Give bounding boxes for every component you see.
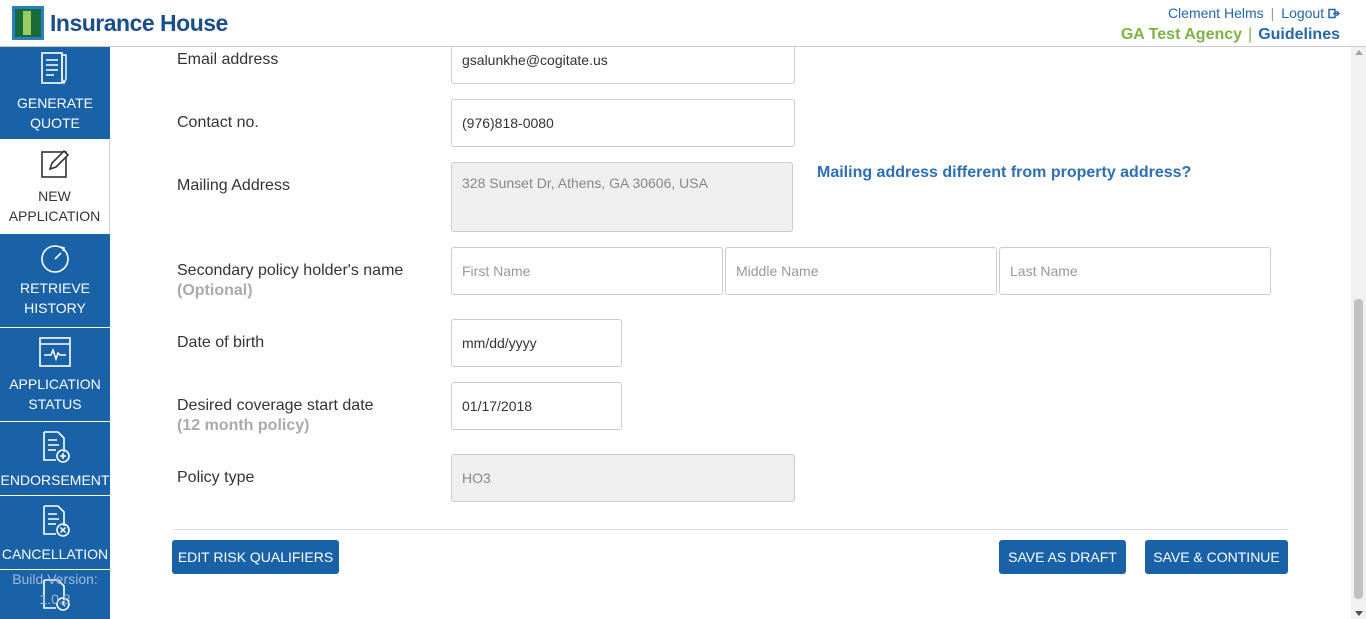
sidebar-item-label: CANCELLATION (1, 546, 109, 562)
agency-name: GA Test Agency (1120, 26, 1243, 43)
sidebar-item-label: STATUS (28, 396, 82, 412)
policy-type-label: Policy type (177, 469, 255, 486)
sidebar-item-label: RETRIEVE (19, 280, 90, 296)
sidebar-item-retrieve-history[interactable]: RETRIEVE HISTORY (0, 234, 110, 328)
mailing-address-different-link[interactable]: Mailing address different from property … (817, 164, 1191, 182)
sidebar: GENERATE QUOTE NEW APPLICATION RETRIEVE … (0, 47, 110, 619)
first-name-field[interactable]: First Name (451, 247, 723, 295)
sidebar-item-label: NEW (38, 188, 71, 204)
sidebar-item-endorsement[interactable]: ENDORSEMENT (0, 422, 110, 496)
optional-note: (Optional) (177, 282, 253, 299)
last-name-field[interactable]: Last Name (999, 247, 1271, 295)
sidebar-item-application-status[interactable]: APPLICATION STATUS (0, 328, 110, 422)
save-continue-button[interactable]: SAVE & CONTINUE (1145, 540, 1288, 574)
coverage-date-field[interactable]: 01/17/2018 (451, 382, 622, 430)
sidebar-item-label: GENERATE (17, 95, 93, 111)
contact-label: Contact no. (177, 114, 259, 131)
brand-logo[interactable]: Insurance House (12, 6, 228, 40)
sidebar-item-new-application[interactable]: NEW APPLICATION (0, 140, 110, 234)
mailing-address-label: Mailing Address (177, 177, 290, 194)
sidebar-item-cancellation[interactable]: CANCELLATION (0, 496, 110, 570)
quote-document-icon (41, 52, 67, 85)
user-area: Clement Helms | Logout GA Test Agency | Guid… (1120, 5, 1341, 43)
user-name-link[interactable]: Clement Helms (1168, 5, 1264, 21)
contact-field[interactable]: (976)818-0080 (451, 99, 795, 147)
sidebar-item-generate-quote[interactable]: GENERATE QUOTE (0, 47, 110, 140)
sidebar-item-label: APPLICATION (8, 208, 101, 224)
edit-document-icon (40, 149, 69, 178)
add-document-icon (43, 431, 70, 463)
secondary-holder-label: Secondary policy holder's name (Optional… (177, 262, 404, 299)
sidebar-item-label: HISTORY (24, 300, 86, 316)
page-scrollbar[interactable] (1351, 47, 1366, 619)
coverage-date-label: Desired coverage start date (12 month po… (177, 397, 374, 434)
sidebar-item-label: ENDORSEMENT (0, 472, 110, 488)
logo-icon (12, 6, 44, 40)
email-label: Email address (177, 51, 279, 68)
guidelines-link[interactable]: Guidelines (1258, 26, 1340, 43)
policy-term-note: (12 month policy) (177, 417, 310, 434)
dob-label: Date of birth (177, 334, 265, 351)
form-divider (172, 529, 1288, 530)
scroll-up-arrow-icon[interactable] (1355, 50, 1363, 55)
top-header: Insurance House Clement Helms | Logout GA … (0, 0, 1366, 47)
monitor-pulse-icon (39, 337, 71, 367)
sidebar-item-label: QUOTE (30, 115, 80, 131)
sidebar-item-label: APPLICATION (9, 376, 101, 392)
save-as-draft-button[interactable]: SAVE AS DRAFT (999, 540, 1126, 574)
cancel-document-icon (43, 505, 70, 537)
logout-link[interactable]: Logout (1281, 5, 1341, 21)
policy-type-field: HO3 (451, 454, 795, 502)
edit-risk-qualifiers-button[interactable]: EDIT RISK QUALIFIERS (172, 540, 339, 574)
middle-name-field[interactable]: Middle Name (725, 247, 997, 295)
scroll-down-arrow-icon[interactable] (1355, 611, 1363, 616)
scroll-thumb[interactable] (1354, 299, 1363, 599)
brand-name: Insurance House (50, 9, 228, 36)
dob-field[interactable]: mm/dd/yyyy (451, 319, 622, 367)
history-clock-icon (41, 245, 69, 273)
build-version: Build Version: 1.0.8 (12, 571, 98, 607)
mailing-address-field: 328 Sunset Dr, Athens, GA 30606, USA (451, 162, 793, 232)
logout-icon (1328, 8, 1341, 19)
